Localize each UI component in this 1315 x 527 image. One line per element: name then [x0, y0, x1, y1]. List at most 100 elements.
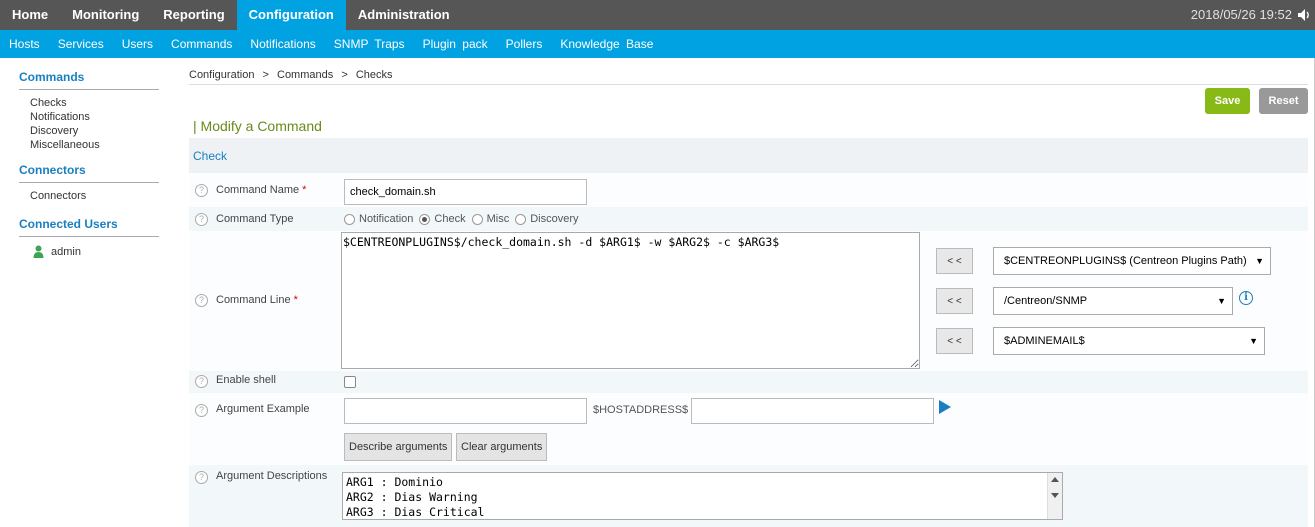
- info-icon[interactable]: i: [1239, 291, 1253, 305]
- command-line-label: Command Line *: [216, 294, 298, 306]
- radio-misc[interactable]: Misc: [471, 213, 510, 225]
- radio-check[interactable]: Check: [419, 213, 466, 225]
- dropdown-arrow-icon: ▼: [1217, 296, 1226, 306]
- row-enable-shell: [189, 371, 1308, 393]
- radio-label: Misc: [486, 213, 510, 225]
- host-address-input[interactable]: [691, 398, 934, 424]
- argument-example-label: Argument Example: [216, 403, 310, 415]
- describe-arguments-button[interactable]: Describe arguments: [344, 433, 453, 461]
- scrollbar[interactable]: [1047, 473, 1062, 519]
- insert-resource-button[interactable]: < <: [936, 288, 973, 314]
- sidebar-item-notifications[interactable]: Notifications: [19, 110, 159, 124]
- scroll-down-icon[interactable]: [1051, 493, 1059, 498]
- command-name-input[interactable]: [344, 179, 587, 205]
- topnav-administration[interactable]: Administration: [346, 0, 462, 30]
- subnav-notifications[interactable]: Notifications: [241, 30, 324, 58]
- radio-discovery[interactable]: Discovery: [515, 213, 579, 225]
- sidebar-heading-commands[interactable]: Commands: [19, 70, 159, 90]
- argument-descriptions-text: ARG1 : Dominio ARG2 : Dias Warning ARG3 …: [346, 475, 485, 519]
- breadcrumb-divider: [189, 84, 1308, 85]
- section-header: Check: [189, 138, 1308, 173]
- radio-label: Check: [434, 213, 466, 225]
- radio-button[interactable]: [471, 213, 483, 225]
- select-value: $CENTREONPLUGINS$ (Centreon Plugins Path…: [1004, 255, 1247, 267]
- breadcrumb-separator: >: [341, 69, 348, 81]
- command-name-label: Command Name *: [216, 184, 307, 196]
- connected-user[interactable]: admin: [19, 245, 159, 258]
- subnav-hosts[interactable]: Hosts: [0, 30, 49, 58]
- scroll-up-icon[interactable]: [1051, 477, 1059, 482]
- breadcrumb-item-configuration[interactable]: Configuration: [189, 69, 254, 81]
- help-icon[interactable]: ?: [195, 404, 208, 417]
- host-address-label: $HOSTADDRESS$: [593, 404, 689, 416]
- radio-label: Discovery: [530, 213, 579, 225]
- speaker-icon[interactable]: [1297, 8, 1311, 22]
- radio-button[interactable]: [344, 213, 355, 225]
- topnav-reporting[interactable]: Reporting: [151, 0, 236, 30]
- play-icon[interactable]: [939, 400, 951, 414]
- breadcrumb-item-commands[interactable]: Commands: [277, 69, 333, 81]
- sub-navigation-bar: Hosts Services Users Commands Notificati…: [0, 30, 1315, 58]
- enable-shell-label: Enable shell: [216, 374, 276, 386]
- subnav-services[interactable]: Services: [49, 30, 113, 58]
- macro-select-admin[interactable]: $ADMINEMAIL$ ▼: [993, 327, 1265, 355]
- select-value: $ADMINEMAIL$: [1004, 335, 1085, 347]
- breadcrumb-separator: >: [262, 69, 269, 81]
- reset-button[interactable]: Reset: [1259, 88, 1308, 114]
- sidebar-group-connectors: Connectors Connectors: [19, 163, 159, 203]
- topnav-home[interactable]: Home: [0, 0, 60, 30]
- enable-shell-checkbox[interactable]: [344, 376, 356, 388]
- argument-descriptions-label: Argument Descriptions: [216, 470, 328, 482]
- help-icon[interactable]: ?: [195, 375, 208, 388]
- command-type-label: Command Type: [216, 213, 294, 225]
- argument-example-input[interactable]: [344, 398, 587, 424]
- radio-button-selected[interactable]: [419, 213, 431, 225]
- subnav-snmp-traps[interactable]: SNMP Traps: [325, 30, 414, 58]
- sidebar-item-connectors[interactable]: Connectors: [19, 189, 159, 203]
- dropdown-arrow-icon: ▼: [1255, 256, 1264, 266]
- help-icon[interactable]: ?: [195, 471, 208, 484]
- radio-button[interactable]: [515, 213, 527, 225]
- sidebar-item-checks[interactable]: Checks: [19, 96, 159, 110]
- sub-nav-menu: Hosts Services Users Commands Notificati…: [0, 30, 1315, 58]
- subnav-knowledge-base[interactable]: Knowledge Base: [551, 30, 662, 58]
- sidebar-group-commands: Commands Checks Notifications Discovery …: [19, 70, 159, 152]
- top-nav-menu: Home Monitoring Reporting Configuration …: [0, 0, 462, 30]
- command-line-textarea[interactable]: $CENTREONPLUGINS$/check_domain.sh -d $AR…: [341, 232, 920, 369]
- sidebar-heading-connectors[interactable]: Connectors: [19, 163, 159, 183]
- save-button[interactable]: Save: [1205, 88, 1250, 114]
- help-icon[interactable]: ?: [195, 184, 208, 197]
- macro-select-plugins[interactable]: $CENTREONPLUGINS$ (Centreon Plugins Path…: [993, 247, 1271, 275]
- subnav-plugin-pack[interactable]: Plugin pack: [414, 30, 497, 58]
- insert-admin-macro-button[interactable]: < <: [936, 328, 973, 354]
- breadcrumb: Configuration > Commands > Checks: [189, 69, 393, 81]
- top-navigation-bar: Home Monitoring Reporting Configuration …: [0, 0, 1315, 30]
- section-title: Check: [193, 149, 228, 163]
- insert-macro-button[interactable]: < <: [936, 248, 973, 274]
- topnav-monitoring[interactable]: Monitoring: [60, 0, 151, 30]
- sidebar-item-discovery[interactable]: Discovery: [19, 124, 159, 138]
- sidebar-item-miscellaneous[interactable]: Miscellaneous: [19, 138, 159, 152]
- argument-descriptions-textarea[interactable]: ARG1 : Dominio ARG2 : Dias Warning ARG3 …: [342, 472, 1063, 520]
- help-icon[interactable]: ?: [195, 294, 208, 307]
- topnav-configuration[interactable]: Configuration: [236, 0, 346, 30]
- sidebar-group-connected-users: Connected Users admin: [19, 217, 159, 258]
- dropdown-arrow-icon: ▼: [1249, 336, 1258, 346]
- required-mark: *: [293, 294, 298, 306]
- subnav-users[interactable]: Users: [113, 30, 162, 58]
- select-value: /Centreon/SNMP: [1004, 295, 1088, 307]
- command-type-radio-group: Notification Check Misc Discovery: [344, 213, 585, 225]
- user-icon: [33, 245, 44, 258]
- breadcrumb-item-checks[interactable]: Checks: [356, 69, 393, 81]
- subnav-pollers[interactable]: Pollers: [497, 30, 552, 58]
- connected-user-name: admin: [51, 245, 81, 258]
- datetime-display: 2018/05/26 19:52: [1190, 7, 1292, 22]
- radio-notification[interactable]: Notification: [344, 213, 413, 225]
- sidebar-heading-connected-users: Connected Users: [19, 217, 159, 237]
- radio-label: Notification: [359, 213, 414, 225]
- form-title: | Modify a Command: [193, 118, 322, 134]
- macro-select-resource[interactable]: /Centreon/SNMP ▼: [993, 287, 1233, 315]
- help-icon[interactable]: ?: [195, 213, 208, 226]
- clear-arguments-button[interactable]: Clear arguments: [456, 433, 548, 461]
- subnav-commands[interactable]: Commands: [162, 30, 241, 58]
